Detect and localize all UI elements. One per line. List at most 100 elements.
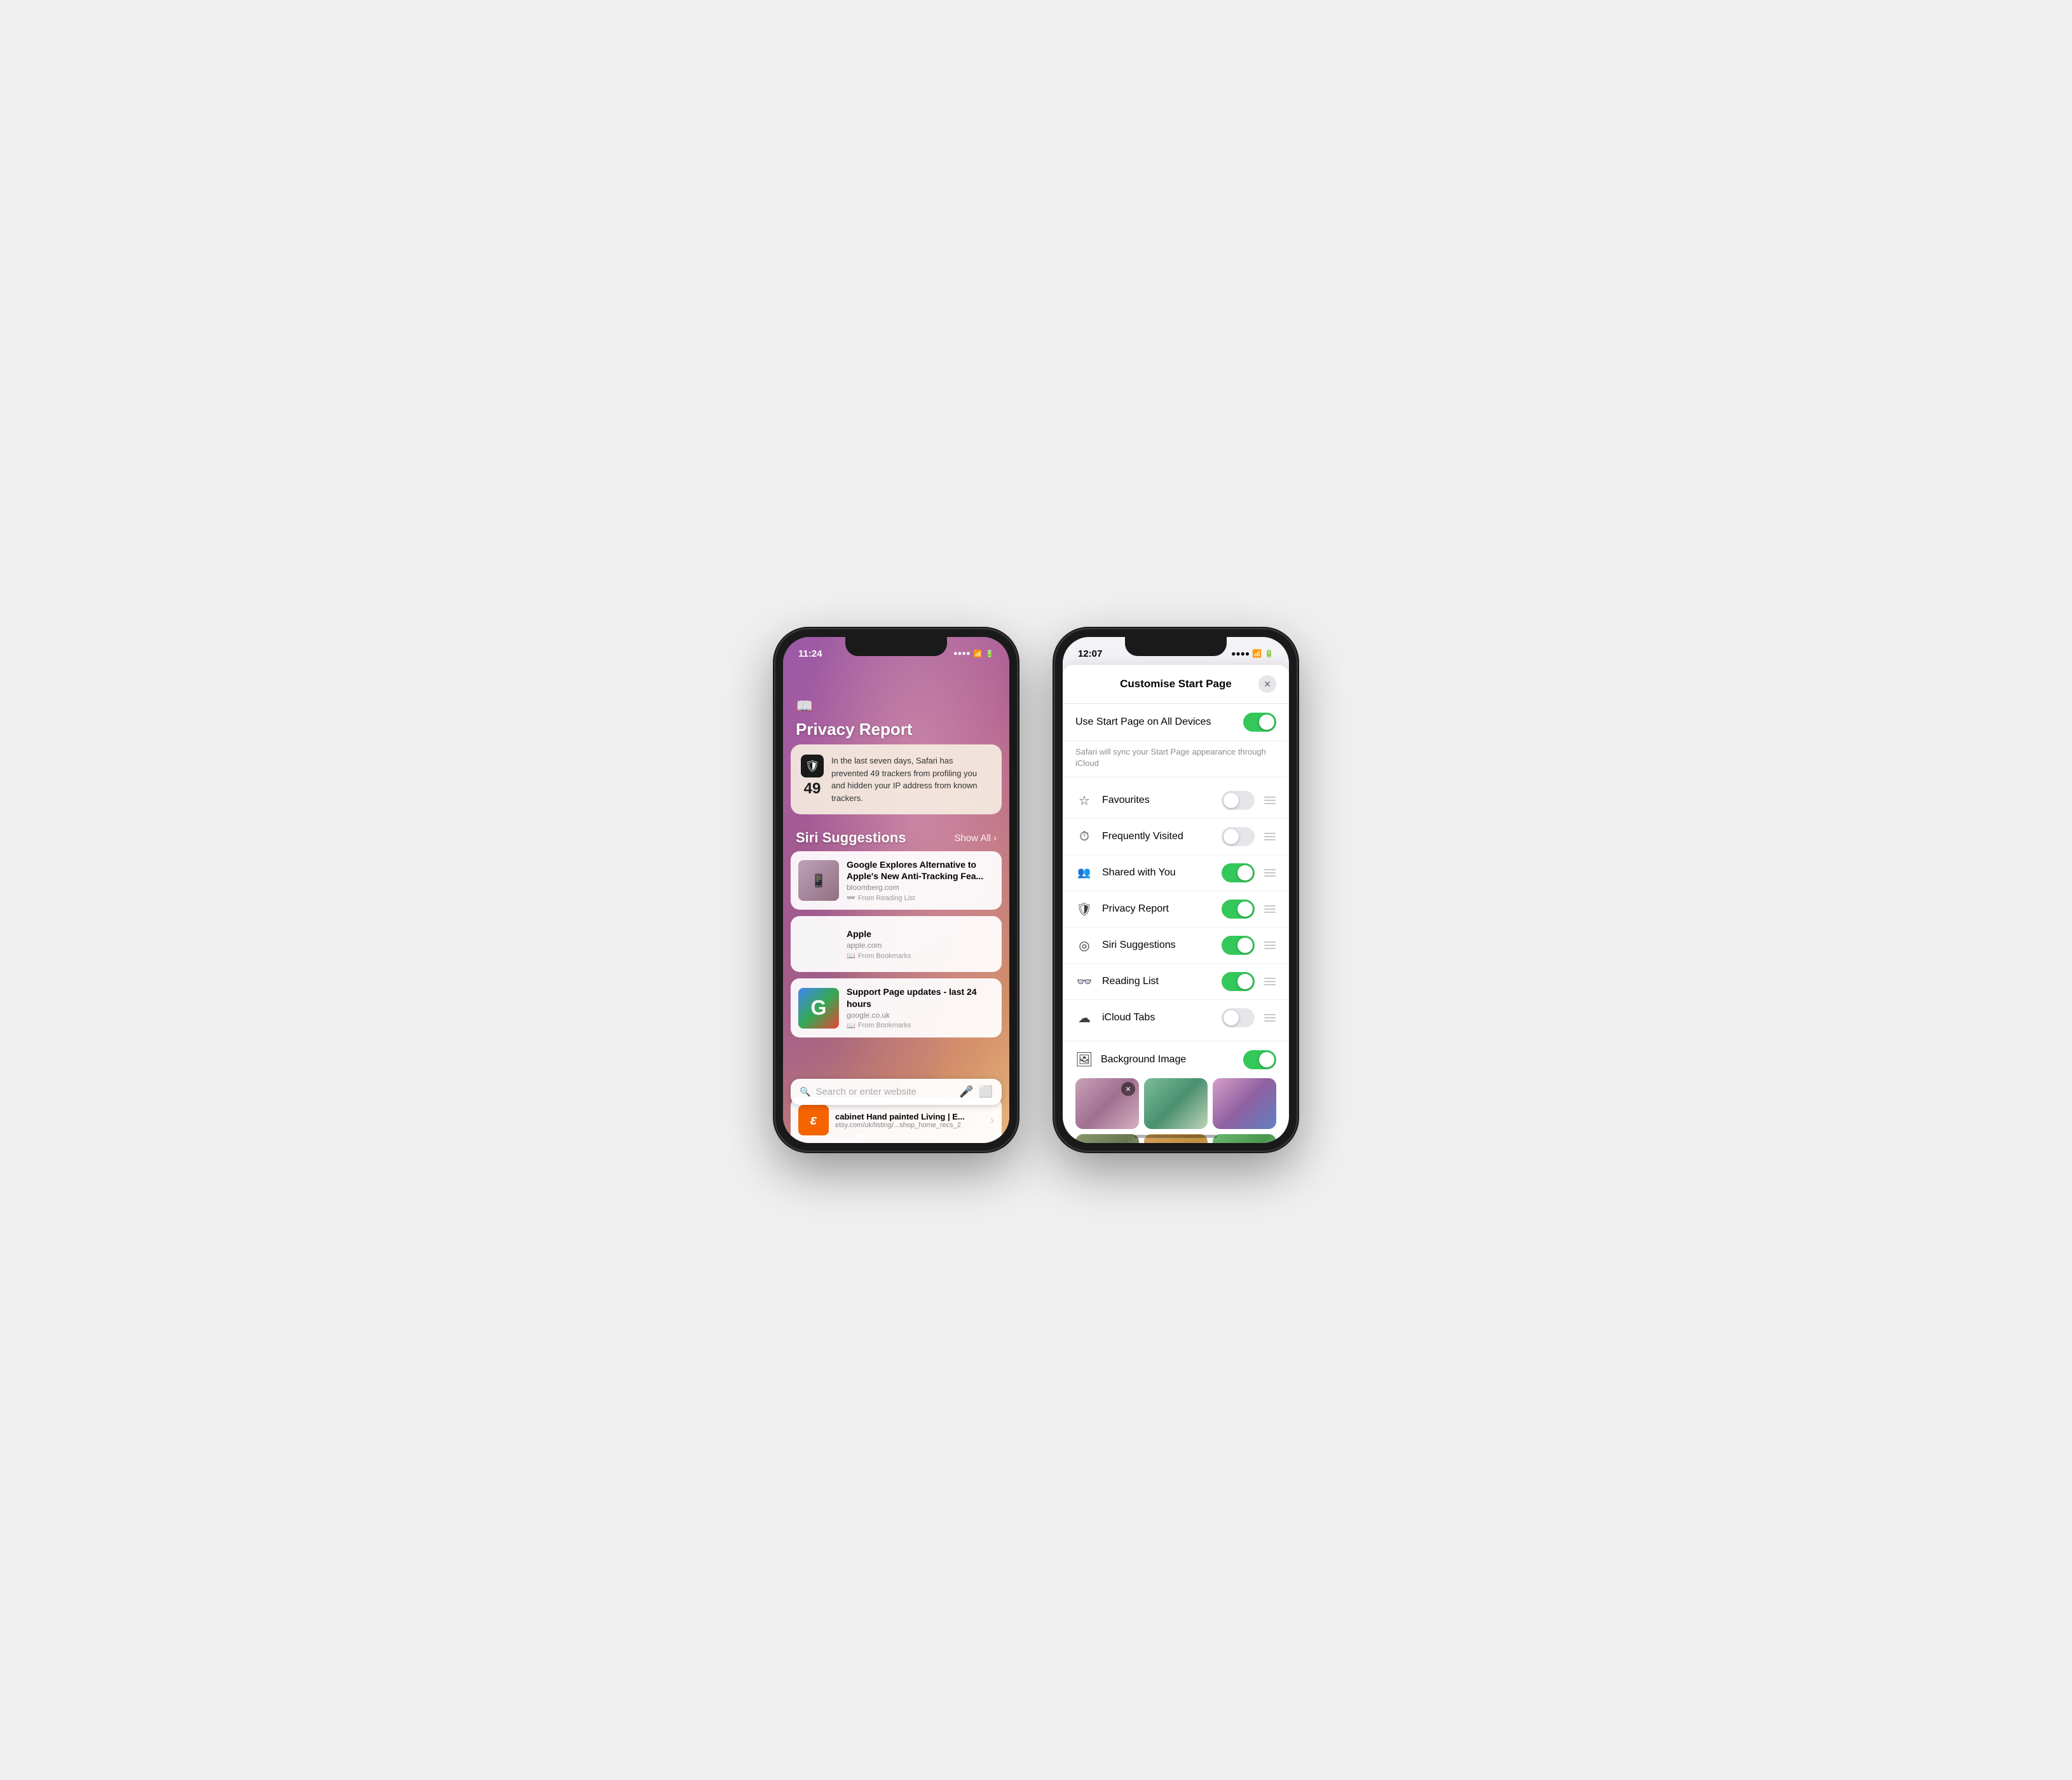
background-image-icon: 🖼 [1075, 1051, 1093, 1068]
status-icons-2: ●●●● 📶 🔋 [1231, 649, 1274, 658]
selected-checkmark: ✕ [1121, 1082, 1135, 1096]
suggestion-card-1[interactable]: Apple apple.com 📖 From Bookmarks [791, 916, 1002, 972]
bg-header-left: 🖼 Background Image [1075, 1051, 1186, 1068]
card-source-1: 📖 From Bookmarks [847, 952, 994, 960]
privacy-report-card[interactable]: 🛡 49 In the last seven days, Safari has … [791, 744, 1002, 814]
privacy-report-handle [1264, 905, 1276, 913]
card-title-2: Support Page updates - last 24 hours [847, 986, 994, 1009]
signal-icon-2: ●●●● [1231, 649, 1250, 658]
shared-with-you-label: Shared with You [1102, 867, 1213, 879]
background-thumbnails-grid: ✕ [1075, 1078, 1276, 1143]
siri-suggestions-toggle[interactable] [1222, 936, 1255, 955]
reading-list-row[interactable]: 👓 Reading List [1063, 964, 1289, 1000]
close-button[interactable]: ✕ [1258, 675, 1276, 693]
shared-with-you-icon: 👥 [1075, 866, 1093, 879]
modal-sheet: Customise Start Page ✕ Use Start Page on… [1063, 665, 1289, 1143]
tabs-icon[interactable]: ⬜ [979, 1085, 993, 1099]
card-domain-1: apple.com [847, 941, 994, 950]
safari-start-page: 11:24 ●●●● 📶 🔋 📖 Privacy Report 🛡 [783, 637, 1009, 1143]
card-info-0: Google Explores Alternative to Apple's N… [847, 859, 994, 902]
suggestion-card-0[interactable]: 📱 Google Explores Alternative to Apple's… [791, 851, 1002, 910]
privacy-report-row[interactable]: 🛡 Privacy Report [1063, 891, 1289, 928]
safari-content[interactable]: 📖 Privacy Report 🛡 49 In the last seven … [783, 665, 1009, 1143]
favourites-row[interactable]: ☆ Favourites [1063, 783, 1289, 819]
bg-thumb-2[interactable] [1213, 1078, 1276, 1129]
shared-with-you-toggle[interactable] [1222, 863, 1255, 882]
privacy-report-text: In the last seven days, Safari has preve… [831, 755, 992, 804]
siri-suggestions-row[interactable]: ◎ Siri Suggestions [1063, 928, 1289, 964]
status-time-2: 12:07 [1078, 648, 1102, 659]
bookmarks-icon-small-2: 📖 [847, 1022, 855, 1030]
settings-list: ☆ Favourites ⏱ Frequently Visited [1063, 777, 1289, 1041]
bg-thumb-1[interactable] [1144, 1078, 1208, 1129]
frequently-visited-handle [1264, 833, 1276, 840]
suggestion-card-2[interactable]: G Support Page updates - last 24 hours g… [791, 978, 1002, 1037]
frequently-visited-icon: ⏱ [1075, 830, 1093, 844]
show-all-label: Show All [954, 833, 991, 844]
close-icon: ✕ [1264, 679, 1271, 690]
privacy-report-title: Privacy Report [783, 717, 1009, 744]
privacy-report-toggle[interactable] [1222, 900, 1255, 919]
book-icon-row: 📖 [783, 693, 1009, 717]
frequently-visited-label: Frequently Visited [1102, 831, 1213, 842]
frequently-visited-toggle[interactable] [1222, 827, 1255, 846]
search-placeholder: Search or enter website [815, 1086, 954, 1097]
reading-list-toggle[interactable] [1222, 972, 1255, 991]
card-info-2: Support Page updates - last 24 hours goo… [847, 986, 994, 1029]
card-domain-0: bloomberg.com [847, 883, 994, 892]
phone-1: 11:24 ●●●● 📶 🔋 📖 Privacy Report 🛡 [775, 629, 1017, 1151]
modal-header: Customise Start Page ✕ [1063, 665, 1289, 704]
use-start-page-row[interactable]: Use Start Page on All Devices [1063, 704, 1289, 741]
card-domain-2: google.co.uk [847, 1011, 994, 1020]
article-image: 📱 [798, 860, 839, 901]
wifi-icon-2: 📶 [1252, 649, 1262, 658]
icloud-tabs-toggle[interactable] [1222, 1008, 1255, 1027]
frequently-visited-row[interactable]: ⏱ Frequently Visited [1063, 819, 1289, 855]
favourites-handle [1264, 797, 1276, 804]
card-info-1: Apple apple.com 📖 From Bookmarks [847, 928, 994, 960]
chevron-right-icon: › [993, 833, 997, 844]
phone-1-screen: 11:24 ●●●● 📶 🔋 📖 Privacy Report 🛡 [783, 637, 1009, 1143]
reading-list-icon-small: 👓 [847, 894, 855, 902]
icloud-tabs-row[interactable]: ☁ iCloud Tabs [1063, 1000, 1289, 1036]
search-icon: 🔍 [800, 1086, 810, 1097]
background-image-header: 🖼 Background Image [1075, 1050, 1276, 1069]
bg-thumb-5[interactable] [1213, 1134, 1276, 1143]
wifi-icon: 📶 [974, 650, 983, 658]
reading-list-icon: 📖 [796, 698, 813, 714]
card-title-0: Google Explores Alternative to Apple's N… [847, 859, 994, 882]
favourites-label: Favourites [1102, 795, 1213, 806]
favourites-icon: ☆ [1075, 793, 1093, 809]
bg-thumb-0[interactable]: ✕ [1075, 1078, 1139, 1129]
background-image-section: 🖼 Background Image ✕ [1063, 1041, 1289, 1143]
bookmarks-icon-small: 📖 [847, 952, 855, 960]
notch-2 [1125, 637, 1227, 656]
phone-2-screen: 12:07 ●●●● 📶 🔋 Customise Start Page ✕ [1063, 637, 1289, 1143]
search-bar-container: 🔍 Search or enter website 🎤 ⬜ [791, 1079, 1002, 1105]
signal-icon: ●●●● [953, 650, 971, 657]
siri-suggestions-row-label: Siri Suggestions [1102, 940, 1213, 951]
battery-icon-2: 🔋 [1264, 649, 1274, 658]
bg-thumb-3[interactable] [1075, 1134, 1139, 1143]
status-icons-1: ●●●● 📶 🔋 [953, 650, 994, 658]
show-all-button[interactable]: Show All › [954, 833, 997, 844]
siri-suggestions-icon: ◎ [1075, 938, 1093, 954]
phone-2: 12:07 ●●●● 📶 🔋 Customise Start Page ✕ [1055, 629, 1297, 1151]
card-thumb-0: 📱 [798, 860, 839, 901]
home-indicator-2 [1135, 1135, 1217, 1138]
search-bar[interactable]: 🔍 Search or enter website 🎤 ⬜ [791, 1079, 1002, 1105]
reading-list-row-label: Reading List [1102, 976, 1213, 987]
toggle-knob [1259, 715, 1274, 730]
shared-with-you-row[interactable]: 👥 Shared with You [1063, 855, 1289, 891]
icloud-tabs-handle [1264, 1014, 1276, 1022]
background-image-label: Background Image [1101, 1054, 1186, 1065]
reading-list-row-icon: 👓 [1075, 974, 1093, 990]
privacy-report-row-label: Privacy Report [1102, 903, 1213, 915]
siri-suggestions-title: Siri Suggestions [796, 830, 906, 846]
favourites-toggle[interactable] [1222, 791, 1255, 810]
privacy-badge: 🛡 49 [801, 755, 824, 798]
use-start-page-toggle[interactable] [1243, 713, 1276, 732]
microphone-icon[interactable]: 🎤 [959, 1085, 973, 1099]
background-image-toggle[interactable] [1243, 1050, 1276, 1069]
card-source-2: 📖 From Bookmarks [847, 1022, 994, 1030]
